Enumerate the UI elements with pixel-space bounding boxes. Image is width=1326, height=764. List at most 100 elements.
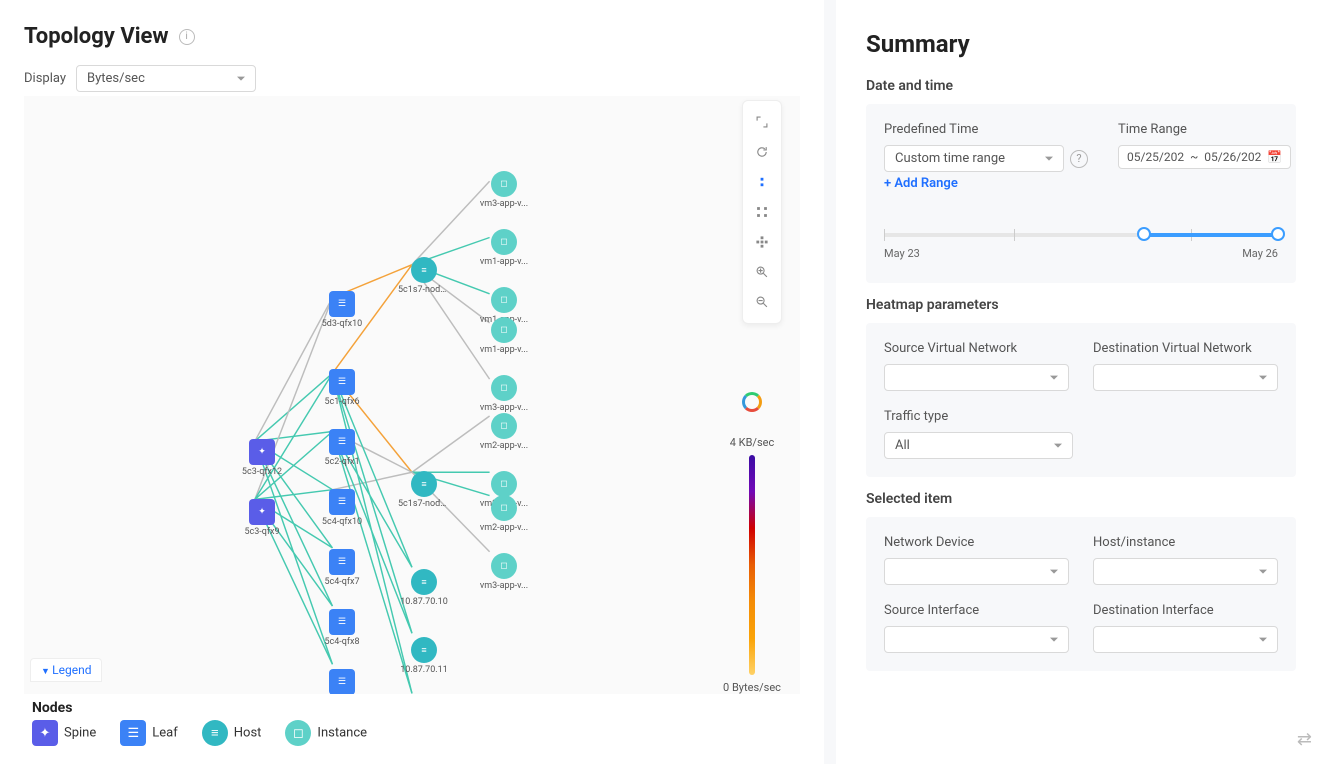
- legend-spine: Spine: [64, 725, 96, 740]
- topo-node[interactable]: ☰ 5d3-qfx10: [317, 291, 367, 329]
- topo-node[interactable]: ◻ vm3-app-v...: [479, 171, 529, 209]
- topo-node[interactable]: ◻vm2-app-v...: [479, 413, 529, 451]
- src-vn-label: Source Virtual Network: [884, 341, 1069, 356]
- info-icon[interactable]: i: [179, 29, 195, 45]
- network-device-label: Network Device: [884, 535, 1069, 550]
- zoom-in-icon[interactable]: [744, 257, 780, 287]
- node-label: 5c1s7-node4: [398, 499, 450, 509]
- node-label: 5c4-qfx7: [316, 577, 368, 587]
- swap-icon[interactable]: ⇄: [1297, 729, 1312, 750]
- topo-node[interactable]: ≡ 5c1s7-node3: [399, 257, 449, 295]
- node-label: 5c3-qfx12: [236, 467, 288, 477]
- heatmap-card: Source Virtual Network Destination Virtu…: [866, 323, 1296, 477]
- topo-node[interactable]: ◻vm1-app-v...: [479, 229, 529, 267]
- leaf-icon: ☰: [329, 609, 355, 635]
- node-label: 5c4-qfx8: [316, 637, 368, 647]
- spine-swatch-icon: ✦: [32, 720, 58, 746]
- traffic-type-select[interactable]: All: [884, 432, 1073, 459]
- src-vn-select[interactable]: [884, 364, 1069, 391]
- calendar-icon: 📅: [1267, 150, 1282, 164]
- inst-icon: ◻: [491, 375, 517, 401]
- view-compact-icon[interactable]: [744, 167, 780, 197]
- node-label: 5c2-qfx1: [316, 457, 368, 467]
- slider-handle-from[interactable]: [1137, 227, 1151, 241]
- recenter-icon[interactable]: [744, 227, 780, 257]
- node-label: vm3-app-v...: [478, 199, 530, 209]
- display-select[interactable]: Bytes/sec: [76, 65, 256, 92]
- spine-icon: ✦: [249, 499, 275, 525]
- fullscreen-icon[interactable]: [744, 107, 780, 137]
- display-select-value: Bytes/sec: [87, 71, 145, 86]
- node-label: vm2-app-v...: [478, 441, 530, 451]
- time-range-picker[interactable]: 05/25/202 ~ 05/26/202 📅: [1118, 145, 1291, 169]
- src-if-select[interactable]: [884, 626, 1069, 653]
- topo-node[interactable]: ☰ 5c4-qfx10: [317, 489, 367, 527]
- leaf-icon: ☰: [329, 669, 355, 695]
- section-heatmap: Heatmap parameters: [866, 297, 1296, 313]
- topo-node[interactable]: ☰5c1-qfx6: [317, 369, 367, 407]
- add-range-link[interactable]: + Add Range: [884, 176, 958, 191]
- inst-icon: ◻: [491, 171, 517, 197]
- legend-instance: Instance: [317, 725, 367, 740]
- topo-node[interactable]: ☰5c4-qfx7: [317, 549, 367, 587]
- topo-node[interactable]: ✦ 5c3-qfx9: [237, 499, 287, 537]
- topo-node[interactable]: ☰ 5c4-qfx8: [317, 609, 367, 647]
- display-label: Display: [24, 71, 66, 86]
- topo-node[interactable]: ◻ vm1-app-v...: [479, 317, 529, 355]
- topo-node[interactable]: ☰5c2-qfx1: [317, 429, 367, 467]
- summary-title: Summary: [866, 30, 1296, 58]
- page-title: Topology View: [24, 24, 169, 49]
- node-label: vm2-app-v...: [478, 523, 530, 533]
- host-instance-select[interactable]: [1093, 558, 1278, 585]
- dst-if-label: Destination Interface: [1093, 603, 1278, 618]
- host-icon: ≡: [411, 471, 437, 497]
- predefined-time-select[interactable]: Custom time range: [884, 145, 1064, 172]
- inst-icon: ◻: [491, 495, 517, 521]
- leaf-swatch-icon: ☰: [120, 720, 146, 746]
- topo-node[interactable]: ✦ 5c3-qfx12: [237, 439, 287, 477]
- topo-node[interactable]: ≡ 10.87.70.10: [399, 569, 449, 607]
- leaf-icon: ☰: [329, 489, 355, 515]
- inst-icon: ◻: [491, 317, 517, 343]
- view-grid-icon[interactable]: [744, 197, 780, 227]
- time-slider[interactable]: May 23 May 26: [884, 225, 1278, 265]
- time-range-label: Time Range: [1118, 122, 1291, 137]
- node-label: vm1-app-v...: [478, 257, 530, 267]
- dst-if-select[interactable]: [1093, 626, 1278, 653]
- node-label: vm1-app-v...: [478, 345, 530, 355]
- refresh-icon[interactable]: [744, 137, 780, 167]
- dst-vn-select[interactable]: [1093, 364, 1278, 391]
- leaf-icon: ☰: [329, 369, 355, 395]
- slider-min-label: May 23: [884, 247, 920, 260]
- src-if-label: Source Interface: [884, 603, 1069, 618]
- topo-node[interactable]: ◻ vm2-app-v...: [479, 495, 529, 533]
- node-label: 5c1s7-node3: [398, 285, 450, 295]
- node-label: 5c4-qfx10: [316, 517, 368, 527]
- topology-panel: Topology View i Display Bytes/sec ✦ 5c3-q…: [0, 0, 836, 764]
- section-selected: Selected item: [866, 491, 1296, 507]
- instance-swatch-icon: ◻: [285, 720, 311, 746]
- topology-canvas[interactable]: ✦5c3-qfx12✦5c3-qfx9☰5d3-qfx10☰5c1-qfx6☰5…: [24, 92, 800, 752]
- zoom-out-icon[interactable]: [744, 287, 780, 317]
- topo-node[interactable]: ◻vm3-app-v...: [479, 375, 529, 413]
- inst-icon: ◻: [491, 553, 517, 579]
- spine-icon: ✦: [249, 439, 275, 465]
- node-label: 5d3-qfx10: [316, 319, 368, 329]
- dst-vn-label: Destination Virtual Network: [1093, 341, 1278, 356]
- legend-toggle[interactable]: Legend: [30, 658, 102, 682]
- leaf-icon: ☰: [329, 291, 355, 317]
- topo-node[interactable]: ≡ 5c1s7-node4: [399, 471, 449, 509]
- host-icon: ≡: [411, 569, 437, 595]
- canvas-toolbar: [742, 100, 782, 324]
- legend-leaf: Leaf: [152, 725, 178, 740]
- node-label: 10.87.70.10: [398, 597, 450, 607]
- node-label: vm3-app-v...: [478, 581, 530, 591]
- slider-handle-to[interactable]: [1271, 227, 1285, 241]
- host-icon: ≡: [411, 257, 437, 283]
- legend-host: Host: [234, 725, 262, 740]
- network-device-select[interactable]: [884, 558, 1069, 585]
- topo-node[interactable]: ≡10.87.70.11: [399, 637, 449, 675]
- node-label: 5c3-qfx9: [236, 527, 288, 537]
- topo-node[interactable]: ◻ vm3-app-v...: [479, 553, 529, 591]
- help-icon[interactable]: ?: [1070, 150, 1088, 168]
